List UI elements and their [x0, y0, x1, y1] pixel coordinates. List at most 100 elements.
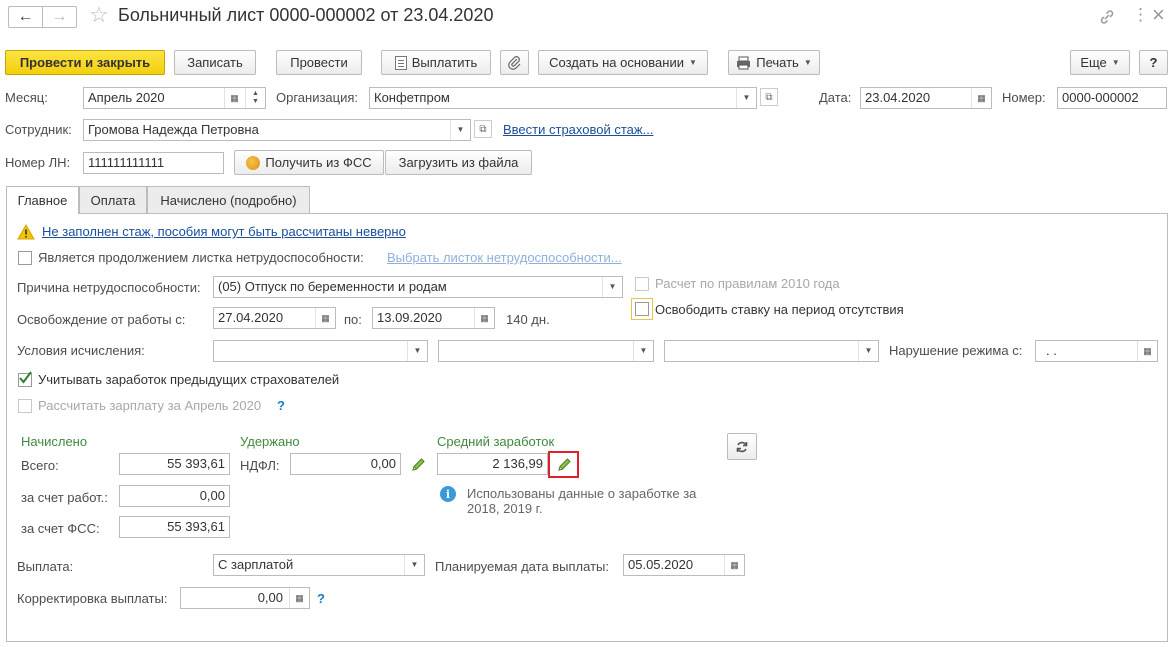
rules2010-checkbox[interactable]	[635, 277, 649, 291]
warning-icon	[17, 223, 35, 240]
planned-date-value: 05.05.2020	[628, 557, 694, 572]
window-title: Больничный лист 0000-000002 от 23.04.202…	[118, 5, 494, 25]
calc-salary-checkbox[interactable]	[18, 399, 32, 413]
tab-main[interactable]: Главное	[6, 186, 79, 214]
open-organization-icon[interactable]: ⧉	[760, 88, 778, 106]
tab-accrued-detailed[interactable]: Начислено (подробно)	[147, 186, 310, 213]
print-button[interactable]: Печать ▼	[728, 50, 820, 75]
release-to-field[interactable]: 13.09.2020 ▦	[372, 307, 495, 329]
tab-payment[interactable]: Оплата	[79, 186, 147, 213]
conditions-label: Условия исчисления:	[17, 343, 145, 358]
free-rate-checkbox[interactable]	[635, 302, 649, 316]
dropdown-arrow-icon[interactable]: ▼	[602, 277, 622, 297]
post-and-close-button[interactable]: Провести и закрыть	[5, 50, 165, 75]
calculator-icon[interactable]: ▦	[289, 588, 309, 608]
ndfl-label: НДФЛ:	[240, 458, 280, 473]
document-icon	[394, 55, 407, 70]
continuation-checkbox[interactable]	[18, 251, 32, 265]
insurance-experience-link[interactable]: Ввести страховой стаж...	[503, 122, 653, 137]
reason-value: (05) Отпуск по беременности и родам	[218, 279, 447, 294]
date-field[interactable]: 23.04.2020 ▦	[860, 87, 992, 109]
release-label: Освобождение от работы с:	[17, 312, 186, 327]
ln-number-field[interactable]: 111111111111	[83, 152, 224, 174]
payout-label: Выплата:	[17, 559, 74, 574]
total-field[interactable]: 55 393,61	[119, 453, 230, 475]
create-based-on-button[interactable]: Создать на основании ▼	[538, 50, 708, 75]
payout-value: С зарплатой	[218, 557, 294, 572]
employer-field[interactable]: 0,00	[119, 485, 230, 507]
save-button[interactable]: Записать	[174, 50, 256, 75]
post-button[interactable]: Провести	[276, 50, 362, 75]
correction-help[interactable]: ?	[317, 591, 325, 607]
forward-button[interactable]: →	[42, 6, 77, 28]
edit-ndfl-pencil-icon[interactable]	[410, 457, 426, 473]
get-from-fss-label: Получить из ФСС	[265, 155, 372, 170]
ndfl-field[interactable]: 0,00	[290, 453, 401, 475]
month-field[interactable]: Апрель 2020 ▦ ▲ ▼	[83, 87, 266, 109]
withheld-title: Удержано	[240, 434, 300, 449]
average-field[interactable]: 2 136,99	[437, 453, 548, 475]
dropdown-arrow-icon[interactable]: ▼	[404, 555, 424, 575]
close-icon[interactable]: ×	[1152, 2, 1165, 28]
calendar-icon[interactable]: ▦	[315, 308, 335, 328]
more-vertical-icon[interactable]: ⋮	[1132, 5, 1149, 25]
print-label: Печать	[756, 55, 799, 70]
condition-field-3[interactable]: ▼	[664, 340, 879, 362]
month-value: Апрель 2020	[88, 90, 165, 105]
experience-warning-link[interactable]: Не заполнен стаж, пособия могут быть рас…	[42, 224, 406, 239]
pay-button[interactable]: Выплатить	[381, 50, 491, 75]
calendar-icon[interactable]: ▦	[1137, 341, 1157, 361]
planned-date-field[interactable]: 05.05.2020 ▦	[623, 554, 745, 576]
employee-field[interactable]: Громова Надежда Петровна ▼	[83, 119, 471, 141]
rules2010-label: Расчет по правилам 2010 года	[655, 276, 840, 291]
link-icon[interactable]	[1098, 8, 1116, 26]
help-button[interactable]: ?	[1139, 50, 1168, 75]
employer-value: 0,00	[199, 488, 225, 503]
planned-date-label: Планируемая дата выплаты:	[435, 559, 609, 574]
prev-insurers-checkbox[interactable]	[18, 371, 32, 387]
date-label: Дата:	[819, 90, 852, 105]
dropdown-arrow-icon[interactable]: ▼	[633, 341, 653, 361]
choose-sheet-link[interactable]: Выбрать листок нетрудоспособности...	[387, 250, 622, 265]
correction-field[interactable]: 0,00 ▦	[180, 587, 310, 609]
calc-salary-label: Рассчитать зарплату за Апрель 2020	[38, 398, 262, 413]
fss-field[interactable]: 55 393,61	[119, 516, 230, 538]
edit-average-pencil-icon[interactable]	[556, 457, 572, 473]
dropdown-arrow-icon[interactable]: ▼	[858, 341, 878, 361]
load-from-file-button[interactable]: Загрузить из файла	[385, 150, 532, 175]
dropdown-arrow-icon: ▼	[1111, 58, 1120, 67]
number-value: 0000-000002	[1062, 90, 1139, 105]
printer-icon	[737, 56, 751, 69]
dropdown-arrow-icon[interactable]: ▼	[736, 88, 756, 108]
refresh-button[interactable]	[727, 433, 757, 460]
back-button[interactable]: ←	[8, 6, 43, 28]
month-label: Месяц:	[5, 90, 48, 105]
attach-button[interactable]	[500, 50, 529, 75]
number-field[interactable]: 0000-000002	[1057, 87, 1167, 109]
dropdown-arrow-icon[interactable]: ▼	[450, 120, 470, 140]
violation-date-value: . .	[1046, 343, 1057, 358]
organization-field[interactable]: Конфетпром ▼	[369, 87, 757, 109]
calendar-icon[interactable]: ▦	[224, 88, 244, 108]
more-button[interactable]: Еще ▼	[1070, 50, 1130, 75]
payout-field[interactable]: С зарплатой ▼	[213, 554, 425, 576]
employee-label: Сотрудник:	[5, 122, 72, 137]
dropdown-arrow-icon[interactable]: ▼	[407, 341, 427, 361]
violation-date-field[interactable]: . . ▦	[1035, 340, 1158, 362]
continuation-label: Является продолжением листка нетрудоспос…	[38, 250, 364, 265]
fss-label: за счет ФСС:	[21, 521, 100, 536]
prev-insurers-label: Учитывать заработок предыдущих страховат…	[38, 372, 340, 387]
calendar-icon[interactable]: ▦	[474, 308, 494, 328]
condition-field-2[interactable]: ▼	[438, 340, 654, 362]
condition-field-1[interactable]: ▼	[213, 340, 428, 362]
spin-buttons[interactable]: ▲ ▼	[245, 88, 265, 108]
reason-field[interactable]: (05) Отпуск по беременности и родам ▼	[213, 276, 623, 298]
calendar-icon[interactable]: ▦	[724, 555, 744, 575]
favorite-star-icon[interactable]: ☆	[89, 2, 109, 28]
date-value: 23.04.2020	[865, 90, 931, 105]
get-from-fss-button[interactable]: Получить из ФСС	[234, 150, 384, 175]
open-employee-icon[interactable]: ⧉	[474, 120, 492, 138]
release-from-field[interactable]: 27.04.2020 ▦	[213, 307, 336, 329]
calendar-icon[interactable]: ▦	[971, 88, 991, 108]
calc-salary-help[interactable]: ?	[277, 398, 285, 414]
